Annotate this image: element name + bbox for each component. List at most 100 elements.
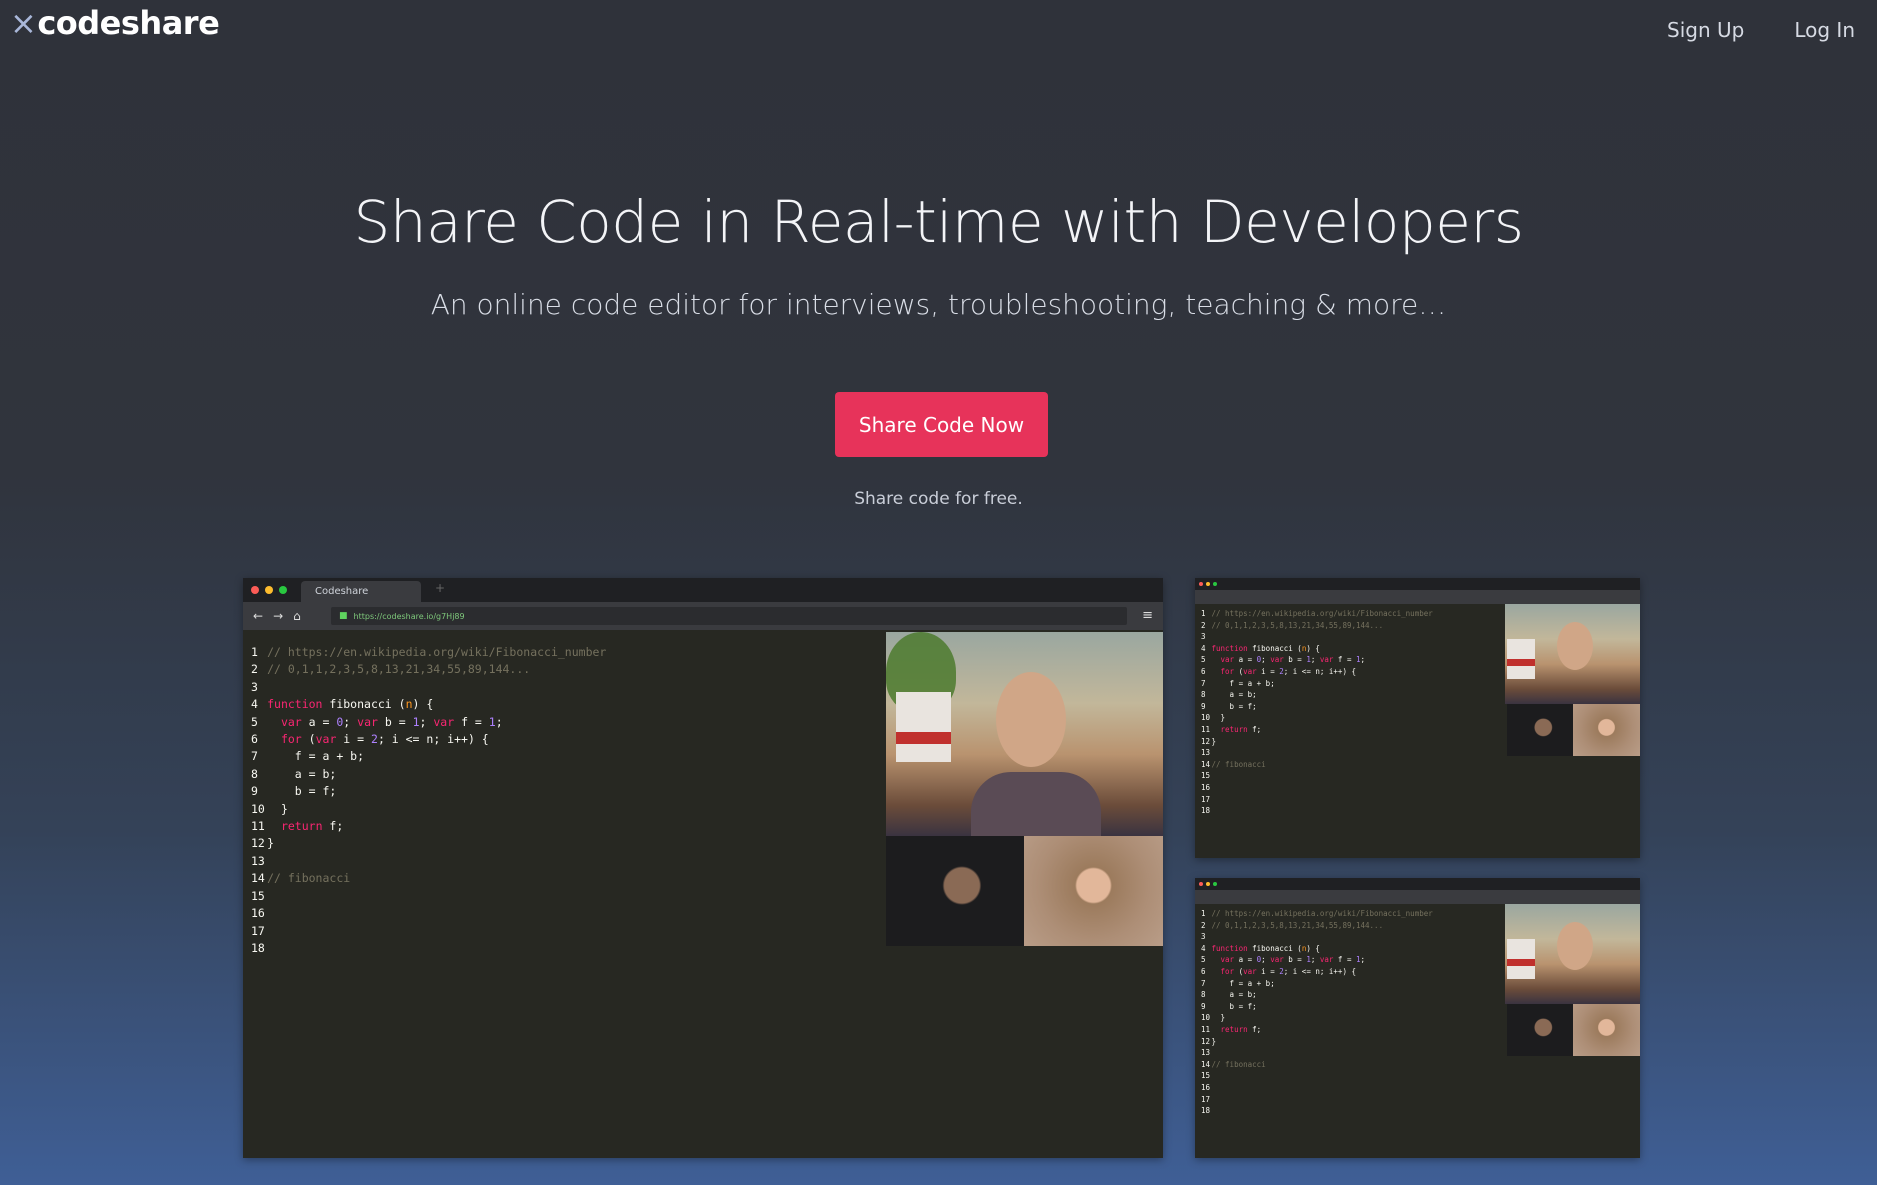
line-number: 5	[251, 714, 258, 729]
code-text: // https://en.wikipedia.org/wiki/Fibonac…	[1211, 909, 1433, 918]
code-editor: 1 // https://en.wikipedia.org/wiki/Fibona…	[1201, 608, 1433, 817]
code-line: 15	[251, 888, 606, 905]
code-line: 12}	[1201, 1036, 1433, 1048]
line-number: 5	[1201, 655, 1206, 665]
line-number: 4	[1201, 943, 1206, 953]
line-number: 18	[1201, 806, 1211, 816]
line-number: 2	[1201, 920, 1206, 930]
line-number: 10	[1201, 1013, 1211, 1023]
line-number: 14	[251, 871, 265, 886]
line-number: 16	[1201, 782, 1211, 792]
video-feed-participant-1	[1507, 704, 1573, 756]
browser-tab-bar: Codeshare +	[243, 578, 1163, 602]
line-number: 6	[1201, 966, 1206, 976]
logo[interactable]: ×codeshare	[10, 4, 220, 42]
code-text: // fibonacci	[1211, 1059, 1266, 1069]
code-text: a = b;	[1211, 690, 1257, 700]
code-line: 1 // https://en.wikipedia.org/wiki/Fibona…	[251, 644, 606, 661]
line-number: 6	[251, 732, 258, 747]
code-line: 17	[1201, 794, 1433, 806]
code-text: for (var i = 2; i <= n; i++) {	[1220, 966, 1356, 976]
share-code-now-button[interactable]: Share Code Now	[835, 392, 1048, 457]
code-line: 6 for (var i = 2; i <= n; i++) {	[251, 731, 606, 748]
code-line: 13	[251, 853, 606, 870]
code-line: 7 f = a + b;	[251, 748, 606, 765]
sign-up-link[interactable]: Sign Up	[1667, 18, 1744, 42]
code-line: 8 a = b;	[251, 766, 606, 783]
line-number: 17	[1201, 1094, 1211, 1104]
code-text: // fibonacci	[1211, 759, 1266, 769]
code-text: }	[1211, 1013, 1226, 1023]
browser-toolbar	[1195, 590, 1640, 604]
code-line: 18	[1201, 1105, 1433, 1117]
menu-icon: ≡	[1142, 608, 1153, 623]
code-text: // 0,1,1,2,3,5,8,13,21,34,55,89,144...	[1211, 620, 1384, 630]
code-text: // fibonacci	[267, 871, 351, 886]
line-number: 18	[251, 940, 265, 955]
line-number: 15	[1201, 771, 1211, 781]
code-line: 1 // https://en.wikipedia.org/wiki/Fibona…	[1201, 608, 1433, 620]
code-text: a = b;	[267, 766, 337, 781]
code-text: var a = 0; var b = 1; var f = 1;	[1220, 955, 1366, 965]
code-line: 12}	[1201, 736, 1433, 748]
code-line: 12}	[251, 835, 606, 852]
line-number: 1	[1201, 909, 1206, 918]
line-number: 5	[1201, 955, 1206, 965]
video-feed-main	[886, 632, 1163, 836]
line-number: 18	[1201, 1106, 1211, 1116]
code-line: 9 b = f;	[251, 783, 606, 800]
code-line: 13	[1201, 1047, 1433, 1059]
code-text: b = f;	[267, 784, 337, 799]
code-line: 10 }	[1201, 712, 1433, 724]
code-line: 6 for (var i = 2; i <= n; i++) {	[1201, 666, 1433, 678]
code-text: // 0,1,1,2,3,5,8,13,21,34,55,89,144...	[1211, 920, 1384, 930]
code-text: a = b;	[1211, 990, 1257, 1000]
code-text: f = a + b;	[267, 749, 365, 764]
log-in-link[interactable]: Log In	[1794, 18, 1855, 42]
video-feed-participant-2	[1573, 1004, 1640, 1056]
logo-mark: ×	[10, 4, 37, 42]
code-line: 13	[1201, 747, 1433, 759]
code-line: 11 return f;	[1201, 724, 1433, 736]
line-number: 9	[251, 784, 258, 799]
line-number: 17	[1201, 794, 1211, 804]
lock-icon: ■	[339, 611, 348, 621]
video-feed-main	[1505, 604, 1640, 704]
code-line: 16	[1201, 782, 1433, 794]
code-line: 2 // 0,1,1,2,3,5,8,13,21,34,55,89,144...	[251, 661, 606, 678]
code-line: 11 return f;	[1201, 1024, 1433, 1036]
code-line: 3	[1201, 931, 1433, 943]
code-text: // https://en.wikipedia.org/wiki/Fibonac…	[267, 645, 607, 659]
browser-tab: Codeshare	[301, 581, 421, 602]
line-number: 15	[251, 888, 265, 903]
code-text: var a = 0; var b = 1; var f = 1;	[280, 714, 503, 729]
code-line: 18	[1201, 805, 1433, 817]
video-feed-participant-1	[886, 836, 1024, 946]
line-number: 4	[1201, 643, 1206, 653]
code-text: return f;	[280, 819, 344, 834]
code-line: 5 var a = 0; var b = 1; var f = 1;	[1201, 654, 1433, 666]
code-editor: 1 // https://en.wikipedia.org/wiki/Fibona…	[251, 644, 606, 957]
main-editor-screenshot: Codeshare + ← → ⌂ ■ https://codeshare.io/…	[243, 578, 1163, 1158]
line-number: 16	[1201, 1082, 1211, 1092]
line-number: 2	[1201, 620, 1206, 630]
code-text: return f;	[1220, 1024, 1262, 1034]
small-editor-screenshot-2: 1 // https://en.wikipedia.org/wiki/Fibona…	[1195, 878, 1640, 1158]
line-number: 10	[1201, 713, 1211, 723]
code-line: 2 // 0,1,1,2,3,5,8,13,21,34,55,89,144...	[1201, 620, 1433, 632]
hero-title: Share Code in Real-time with Developers	[353, 188, 1524, 256]
code-text: b = f;	[1211, 701, 1257, 711]
free-note: Share code for free.	[854, 489, 1023, 509]
address-bar: ■ https://codeshare.io/g7Hj89	[331, 607, 1127, 625]
code-line: 6 for (var i = 2; i <= n; i++) {	[1201, 966, 1433, 978]
forward-icon: →	[273, 609, 284, 623]
code-line: 3	[1201, 631, 1433, 643]
home-icon: ⌂	[293, 609, 301, 623]
line-number: 10	[251, 801, 265, 816]
line-number: 13	[251, 853, 265, 868]
line-number: 4	[251, 697, 258, 712]
line-number: 6	[1201, 666, 1206, 676]
code-line: 4 function fibonacci (n) {	[251, 696, 606, 713]
browser-tab-bar	[1195, 578, 1640, 590]
code-editor: 1 // https://en.wikipedia.org/wiki/Fibona…	[1201, 908, 1433, 1117]
